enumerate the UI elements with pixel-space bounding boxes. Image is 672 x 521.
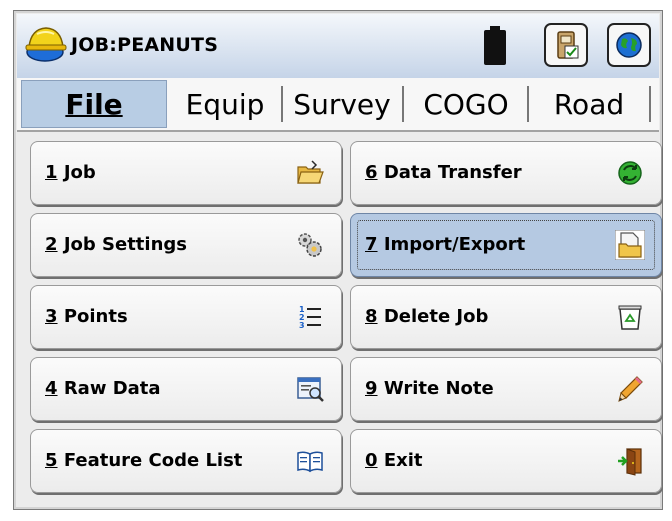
app-window: JOB:PEANUTS File Equip Survey COGO Road …: [13, 10, 663, 510]
menu-shortcut: 1: [45, 162, 58, 183]
tab-divider: [402, 86, 404, 122]
tab-cogo[interactable]: COGO: [405, 80, 527, 128]
menu-shortcut: 6: [365, 162, 378, 183]
app-title: JOB:PEANUTS: [71, 34, 219, 56]
device-status-button[interactable]: [544, 23, 588, 67]
tab-bar: File Equip Survey COGO Road: [17, 78, 659, 132]
import-export-folder-icon: [615, 230, 645, 260]
menu-shortcut: 5: [45, 450, 58, 471]
tab-label: Survey: [293, 87, 391, 121]
title-bar: JOB:PEANUTS: [17, 14, 659, 79]
menu-shortcut: 8: [365, 306, 378, 327]
tab-label: File: [65, 87, 123, 121]
menu-button-feature-code-list[interactable]: 5 Feature Code List: [30, 429, 342, 493]
menu-button-job-settings[interactable]: 2 Job Settings: [30, 213, 342, 277]
menu-button-write-note[interactable]: 9 Write Note: [350, 357, 662, 421]
open-folder-icon: [297, 160, 324, 184]
menu-shortcut: 4: [45, 378, 58, 399]
tab-road[interactable]: Road: [530, 80, 648, 128]
menu-button-raw-data[interactable]: 4 Raw Data: [30, 357, 342, 421]
svg-text:3: 3: [299, 321, 305, 330]
globe-icon: [616, 32, 642, 58]
menu-shortcut: 7: [365, 234, 378, 255]
menu-label: Points: [63, 306, 128, 327]
tab-divider: [527, 86, 529, 122]
menu-label: Feature Code List: [63, 450, 243, 471]
device-check-icon: [557, 31, 579, 59]
menu-label: Write Note: [383, 378, 494, 399]
menu-label: Exit: [383, 450, 423, 471]
menu-button-data-transfer[interactable]: 6 Data Transfer: [350, 141, 662, 205]
tab-file[interactable]: File: [21, 80, 167, 128]
menu-button-points[interactable]: 3 Points 1 2 3: [30, 285, 342, 349]
menu-shortcut: 3: [45, 306, 58, 327]
hardhat-logo-icon: [25, 27, 67, 62]
menu-button-delete-job[interactable]: 8 Delete Job: [350, 285, 662, 349]
battery-icon: [484, 26, 506, 65]
numbered-list-icon: 1 2 3: [299, 305, 321, 330]
menu-label: Job: [63, 162, 96, 183]
exit-door-icon: [618, 448, 642, 476]
menu-button-job[interactable]: 1 Job: [30, 141, 342, 205]
menu-shortcut: 9: [365, 378, 378, 399]
tab-survey[interactable]: Survey: [283, 80, 401, 128]
pencil-icon: [618, 376, 643, 402]
menu-label: Delete Job: [383, 306, 489, 327]
menu-label: Data Transfer: [383, 162, 522, 183]
menu-button-import-export[interactable]: 7 Import/Export: [350, 213, 662, 277]
book-icon: [297, 451, 323, 473]
tab-divider: [649, 86, 651, 122]
menu-button-exit[interactable]: 0 Exit: [350, 429, 662, 493]
raw-data-window-icon: [297, 377, 324, 402]
transfer-arrows-icon: [618, 161, 642, 185]
menu-label: Job Settings: [63, 234, 187, 255]
settings-gears-icon: [298, 233, 322, 257]
globe-button[interactable]: [607, 23, 651, 67]
tab-label: COGO: [423, 87, 509, 121]
menu-shortcut: 2: [45, 234, 58, 255]
menu-label: Import/Export: [383, 234, 526, 255]
menu-label: Raw Data: [63, 378, 161, 399]
tab-label: Road: [553, 87, 625, 121]
tab-equip[interactable]: Equip: [169, 80, 281, 128]
recycle-bin-icon: [618, 305, 642, 330]
menu-shortcut: 0: [365, 450, 378, 471]
tab-label: Equip: [185, 87, 265, 121]
